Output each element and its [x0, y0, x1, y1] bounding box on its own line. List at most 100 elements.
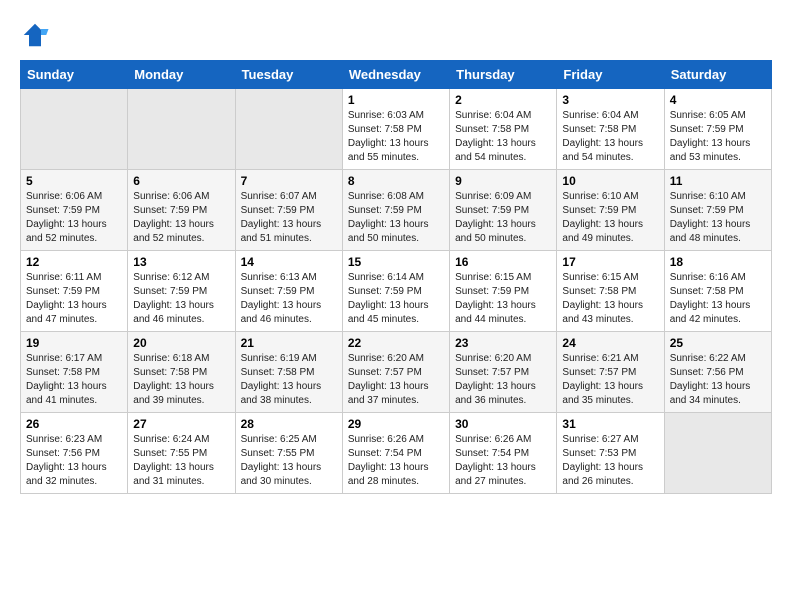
calendar-cell: 22Sunrise: 6:20 AM Sunset: 7:57 PM Dayli… [342, 332, 449, 413]
weekday-header-thursday: Thursday [450, 61, 557, 89]
day-number: 15 [348, 255, 444, 269]
calendar-cell: 25 Sunrise: 6:22 AM Sunset: 7:56 PM Dayli… [664, 332, 771, 413]
calendar-cell: 17 Sunrise: 6:15 AM Sunset: 7:58 PM Dayli… [557, 251, 664, 332]
calendar-cell: 19Sunrise: 6:17 AM Sunset: 7:58 PM Dayli… [21, 332, 128, 413]
day-number: 21 [241, 336, 337, 350]
calendar-cell: 24 Sunrise: 6:21 AM Sunset: 7:57 PM Dayli… [557, 332, 664, 413]
day-info: Sunrise: 6:05 AM Sunset: 7:59 PM Dayligh… [670, 109, 766, 165]
day-number: 27 [133, 417, 229, 431]
day-info: Sunrise: 6:18 AM Sunset: 7:58 PM Dayligh… [133, 352, 229, 408]
calendar-cell: 31 Sunrise: 6:27 AM Sunset: 7:53 PM Dayli… [557, 413, 664, 494]
calendar-cell: 5 Sunrise: 6:06 AM Sunset: 7:59 PM Daylig… [21, 170, 128, 251]
day-number: 13 [133, 255, 229, 269]
day-number: 2 [455, 93, 551, 107]
day-number: 25 [670, 336, 766, 350]
day-number: 3 [562, 93, 658, 107]
day-number: 14 [241, 255, 337, 269]
logo-icon [20, 20, 50, 50]
calendar-cell: 29 Sunrise: 6:26 AM Sunset: 7:54 PM Dayli… [342, 413, 449, 494]
calendar-cell: 10 Sunrise: 6:10 AM Sunset: 7:59 PM Dayli… [557, 170, 664, 251]
day-info: Sunrise: 6:21 AM Sunset: 7:57 PM Dayligh… [562, 352, 658, 408]
day-number: 19 [26, 336, 122, 350]
day-number: 22 [348, 336, 444, 350]
day-info: Sunrise: 6:24 AM Sunset: 7:55 PM Dayligh… [133, 433, 229, 489]
day-info: Sunrise: 6:12 AM Sunset: 7:59 PM Dayligh… [133, 271, 229, 327]
day-info: Sunrise: 6:04 AM Sunset: 7:58 PM Dayligh… [455, 109, 551, 165]
day-number: 17 [562, 255, 658, 269]
page-header [20, 20, 772, 50]
day-number: 1 [348, 93, 444, 107]
day-number: 7 [241, 174, 337, 188]
day-number: 8 [348, 174, 444, 188]
day-info: Sunrise: 6:04 AM Sunset: 7:58 PM Dayligh… [562, 109, 658, 165]
day-info: Sunrise: 6:27 AM Sunset: 7:53 PM Dayligh… [562, 433, 658, 489]
calendar-cell: 18Sunrise: 6:16 AM Sunset: 7:58 PM Dayli… [664, 251, 771, 332]
day-info: Sunrise: 6:23 AM Sunset: 7:56 PM Dayligh… [26, 433, 122, 489]
calendar-cell [664, 413, 771, 494]
day-info: Sunrise: 6:10 AM Sunset: 7:59 PM Dayligh… [670, 190, 766, 246]
calendar-cell: 30Sunrise: 6:26 AM Sunset: 7:54 PM Dayli… [450, 413, 557, 494]
week-row-2: 5 Sunrise: 6:06 AM Sunset: 7:59 PM Daylig… [21, 170, 772, 251]
calendar-cell [21, 89, 128, 170]
day-number: 31 [562, 417, 658, 431]
logo [20, 20, 54, 50]
week-row-5: 26 Sunrise: 6:23 AM Sunset: 7:56 PM Dayli… [21, 413, 772, 494]
calendar-cell: 7 Sunrise: 6:07 AM Sunset: 7:59 PM Daylig… [235, 170, 342, 251]
week-row-1: 1Sunrise: 6:03 AM Sunset: 7:58 PM Daylig… [21, 89, 772, 170]
day-number: 18 [670, 255, 766, 269]
calendar-cell: 3 Sunrise: 6:04 AM Sunset: 7:58 PM Daylig… [557, 89, 664, 170]
day-info: Sunrise: 6:14 AM Sunset: 7:59 PM Dayligh… [348, 271, 444, 327]
calendar-table: SundayMondayTuesdayWednesdayThursdayFrid… [20, 60, 772, 494]
day-number: 20 [133, 336, 229, 350]
day-number: 29 [348, 417, 444, 431]
calendar-cell: 13 Sunrise: 6:12 AM Sunset: 7:59 PM Dayli… [128, 251, 235, 332]
day-number: 6 [133, 174, 229, 188]
calendar-cell: 11 Sunrise: 6:10 AM Sunset: 7:59 PM Dayli… [664, 170, 771, 251]
calendar-cell: 4 Sunrise: 6:05 AM Sunset: 7:59 PM Daylig… [664, 89, 771, 170]
day-number: 23 [455, 336, 551, 350]
day-number: 28 [241, 417, 337, 431]
calendar-cell: 9Sunrise: 6:09 AM Sunset: 7:59 PM Daylig… [450, 170, 557, 251]
day-info: Sunrise: 6:07 AM Sunset: 7:59 PM Dayligh… [241, 190, 337, 246]
day-number: 5 [26, 174, 122, 188]
day-info: Sunrise: 6:22 AM Sunset: 7:56 PM Dayligh… [670, 352, 766, 408]
day-info: Sunrise: 6:06 AM Sunset: 7:59 PM Dayligh… [133, 190, 229, 246]
weekday-header-row: SundayMondayTuesdayWednesdayThursdayFrid… [21, 61, 772, 89]
day-info: Sunrise: 6:10 AM Sunset: 7:59 PM Dayligh… [562, 190, 658, 246]
day-info: Sunrise: 6:25 AM Sunset: 7:55 PM Dayligh… [241, 433, 337, 489]
weekday-header-friday: Friday [557, 61, 664, 89]
weekday-header-sunday: Sunday [21, 61, 128, 89]
calendar-cell: 8 Sunrise: 6:08 AM Sunset: 7:59 PM Daylig… [342, 170, 449, 251]
day-info: Sunrise: 6:06 AM Sunset: 7:59 PM Dayligh… [26, 190, 122, 246]
weekday-header-tuesday: Tuesday [235, 61, 342, 89]
day-info: Sunrise: 6:15 AM Sunset: 7:58 PM Dayligh… [562, 271, 658, 327]
calendar-cell: 21 Sunrise: 6:19 AM Sunset: 7:58 PM Dayli… [235, 332, 342, 413]
calendar-cell [128, 89, 235, 170]
day-info: Sunrise: 6:09 AM Sunset: 7:59 PM Dayligh… [455, 190, 551, 246]
calendar-cell: 6 Sunrise: 6:06 AM Sunset: 7:59 PM Daylig… [128, 170, 235, 251]
day-number: 10 [562, 174, 658, 188]
calendar-cell: 14Sunrise: 6:13 AM Sunset: 7:59 PM Dayli… [235, 251, 342, 332]
day-info: Sunrise: 6:19 AM Sunset: 7:58 PM Dayligh… [241, 352, 337, 408]
day-number: 12 [26, 255, 122, 269]
day-number: 26 [26, 417, 122, 431]
calendar-cell: 26 Sunrise: 6:23 AM Sunset: 7:56 PM Dayli… [21, 413, 128, 494]
weekday-header-wednesday: Wednesday [342, 61, 449, 89]
day-number: 24 [562, 336, 658, 350]
week-row-3: 12Sunrise: 6:11 AM Sunset: 7:59 PM Dayli… [21, 251, 772, 332]
week-row-4: 19Sunrise: 6:17 AM Sunset: 7:58 PM Dayli… [21, 332, 772, 413]
day-number: 4 [670, 93, 766, 107]
day-info: Sunrise: 6:20 AM Sunset: 7:57 PM Dayligh… [455, 352, 551, 408]
day-info: Sunrise: 6:26 AM Sunset: 7:54 PM Dayligh… [348, 433, 444, 489]
calendar-cell: 20 Sunrise: 6:18 AM Sunset: 7:58 PM Dayli… [128, 332, 235, 413]
weekday-header-monday: Monday [128, 61, 235, 89]
day-number: 30 [455, 417, 551, 431]
day-number: 11 [670, 174, 766, 188]
weekday-header-saturday: Saturday [664, 61, 771, 89]
day-info: Sunrise: 6:08 AM Sunset: 7:59 PM Dayligh… [348, 190, 444, 246]
calendar-cell: 27 Sunrise: 6:24 AM Sunset: 7:55 PM Dayli… [128, 413, 235, 494]
calendar-cell: 12Sunrise: 6:11 AM Sunset: 7:59 PM Dayli… [21, 251, 128, 332]
calendar-cell: 16Sunrise: 6:15 AM Sunset: 7:59 PM Dayli… [450, 251, 557, 332]
calendar-cell: 15 Sunrise: 6:14 AM Sunset: 7:59 PM Dayli… [342, 251, 449, 332]
day-info: Sunrise: 6:15 AM Sunset: 7:59 PM Dayligh… [455, 271, 551, 327]
